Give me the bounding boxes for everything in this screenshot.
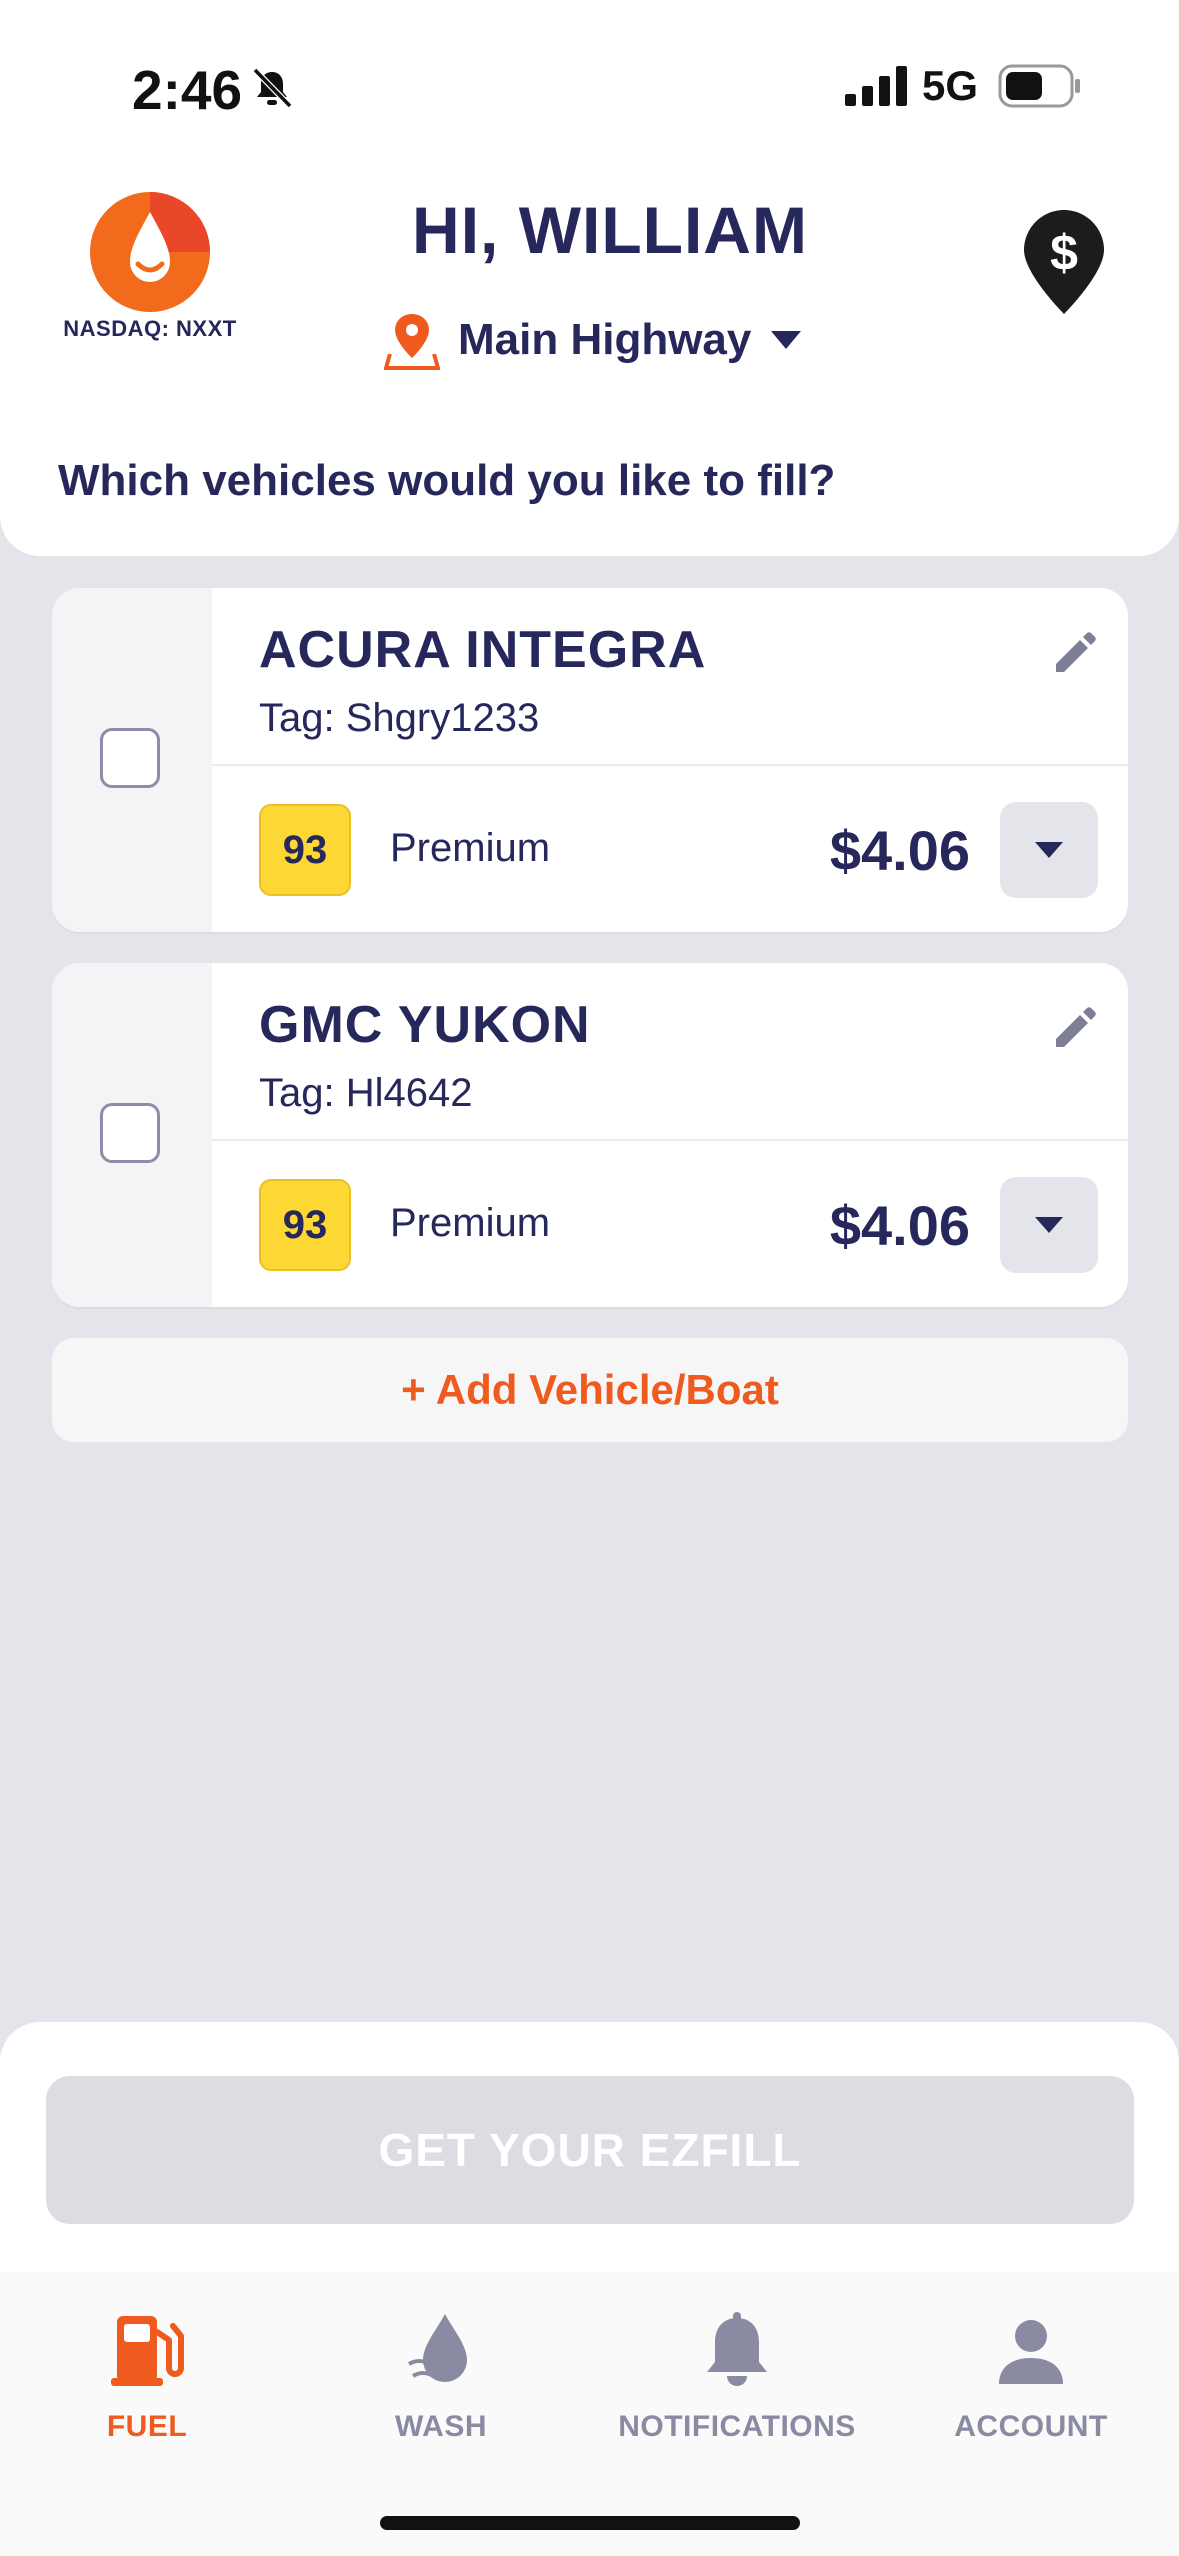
vehicle-tag: Tag: Hl4642 xyxy=(259,1071,473,1115)
vehicle-name: GMC YUKON xyxy=(259,996,591,1054)
fuel-pump-icon xyxy=(111,2316,184,2386)
fuel-grade-name: Premium xyxy=(390,1201,551,1245)
card-divider xyxy=(212,1139,1128,1141)
chevron-down-icon xyxy=(1035,842,1063,858)
vehicle-card: GMC YUKON Tag: Hl4642 93 Premium $4.06 xyxy=(52,963,1128,1307)
vehicle-tag: Tag: Shgry1233 xyxy=(259,696,540,740)
chevron-down-icon xyxy=(771,331,802,349)
tab-label: NOTIFICATIONS xyxy=(618,2410,856,2443)
chevron-down-icon xyxy=(1035,1217,1063,1233)
add-vehicle-button[interactable]: + Add Vehicle/Boat xyxy=(52,1338,1128,1442)
location-selector[interactable]: Main Highway xyxy=(384,308,803,372)
logo-caption: NASDAQ: NXXT xyxy=(63,316,237,341)
map-pin-icon xyxy=(384,314,440,370)
vehicle-checkbox[interactable] xyxy=(100,1103,160,1163)
tab-wash[interactable]: WASH xyxy=(294,2310,588,2450)
fuel-grade-dropdown[interactable] xyxy=(1000,1177,1098,1273)
fill-question: Which vehicles would you like to fill? xyxy=(58,456,836,505)
status-time: 2:46 xyxy=(132,59,243,121)
bell-icon xyxy=(707,2312,767,2386)
water-drop-icon xyxy=(407,2314,467,2382)
greeting-title: HI, WILLIAM xyxy=(412,193,808,267)
user-icon xyxy=(999,2320,1063,2384)
tab-notifications[interactable]: NOTIFICATIONS xyxy=(590,2310,884,2450)
svg-text:$: $ xyxy=(1050,225,1078,281)
signal-icon xyxy=(845,66,907,106)
fuel-grade-name: Premium xyxy=(390,826,551,870)
tab-fuel[interactable]: FUEL xyxy=(0,2310,294,2450)
location-name: Main Highway xyxy=(458,315,752,364)
fuel-price: $4.06 xyxy=(829,1194,970,1257)
edit-pencil-icon[interactable] xyxy=(1050,1003,1098,1051)
vehicle-card: ACURA INTEGRA Tag: Shgry1233 93 Premium … xyxy=(52,588,1128,932)
bell-muted-icon xyxy=(252,67,293,109)
vehicle-checkbox[interactable] xyxy=(100,728,160,788)
tab-label: ACCOUNT xyxy=(954,2410,1108,2443)
card-divider xyxy=(212,764,1128,766)
tab-label: WASH xyxy=(395,2410,487,2443)
edit-pencil-icon[interactable] xyxy=(1050,628,1098,676)
tab-account[interactable]: ACCOUNT xyxy=(884,2310,1178,2450)
network-type: 5G xyxy=(922,62,979,109)
vehicle-name: ACURA INTEGRA xyxy=(259,621,707,679)
fuel-price: $4.06 xyxy=(829,819,970,882)
tab-label: FUEL xyxy=(106,2410,188,2443)
battery-icon xyxy=(998,64,1080,108)
home-indicator xyxy=(380,2516,800,2530)
fuel-grade-badge: 93 xyxy=(259,804,351,896)
fuel-grade-dropdown[interactable] xyxy=(1000,802,1098,898)
get-ezfill-button[interactable]: GET YOUR EZFILL xyxy=(46,2076,1134,2224)
dollar-pin-icon[interactable]: $ xyxy=(1022,208,1106,316)
fuel-grade-badge: 93 xyxy=(259,1179,351,1271)
